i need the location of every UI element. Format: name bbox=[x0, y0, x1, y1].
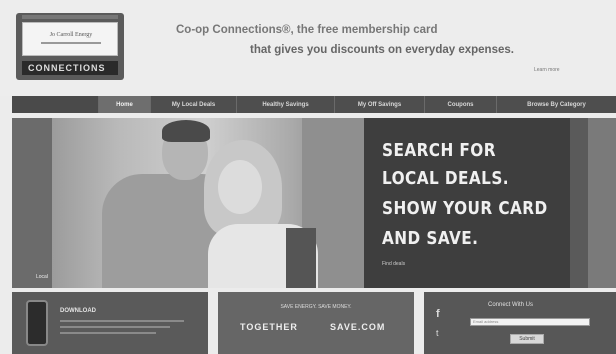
hero-find-deals-link[interactable]: Find deals bbox=[382, 261, 405, 267]
submit-button[interactable]: Submit bbox=[510, 334, 544, 344]
card-top-band bbox=[22, 15, 118, 19]
woman-face bbox=[218, 160, 262, 214]
tagline-line2: that gives you discounts on everyday exp… bbox=[250, 44, 514, 56]
hero-headline-3: SHOW YOUR CARD bbox=[382, 198, 548, 219]
nav-item-my-off-savings[interactable]: My Off Savings bbox=[334, 96, 424, 113]
nav-spacer bbox=[12, 96, 98, 113]
main-nav: Home My Local Deals Healthy Savings My O… bbox=[12, 96, 616, 113]
shopping-bag bbox=[286, 228, 316, 288]
learn-more-link[interactable]: Learn more bbox=[534, 67, 560, 73]
card-logo-text: CONNECTIONS bbox=[28, 63, 106, 73]
nav-item-coupons[interactable]: Coupons bbox=[424, 96, 496, 113]
nav-item-home[interactable]: Home bbox=[98, 96, 150, 113]
app-text-line bbox=[60, 332, 156, 334]
man-hair bbox=[162, 120, 210, 142]
facebook-icon[interactable]: f bbox=[436, 308, 440, 320]
photo-caption: Local bbox=[36, 274, 48, 280]
nav-item-healthy-savings[interactable]: Healthy Savings bbox=[236, 96, 334, 113]
membership-card-logo[interactable]: Jo Carroll Energy CONNECTIONS bbox=[16, 13, 124, 80]
card-name: Jo Carroll Energy bbox=[49, 32, 93, 38]
tagline-line1: Co-op Connections®, the free membership … bbox=[176, 24, 438, 36]
hero-right-strip-light bbox=[588, 118, 616, 288]
hero-headline-4: AND SAVE. bbox=[382, 228, 479, 249]
nav-item-browse-by-category[interactable]: Browse By Category bbox=[496, 96, 616, 113]
promo-word-together: TOGETHER bbox=[240, 322, 298, 332]
email-input[interactable]: Email address bbox=[470, 318, 590, 326]
hero-headline-1: SEARCH FOR bbox=[382, 140, 496, 161]
site-header: Jo Carroll Energy CONNECTIONS Co-op Conn… bbox=[0, 0, 616, 96]
app-text-line bbox=[60, 320, 184, 322]
download-title: DOWNLOAD bbox=[60, 308, 96, 314]
promo-word-save: SAVE.COM bbox=[330, 322, 386, 332]
hero-banner[interactable]: Local SEARCH FOR LOCAL DEALS. SHOW YOUR … bbox=[12, 118, 616, 288]
phone-icon bbox=[26, 300, 48, 346]
card-face: Jo Carroll Energy bbox=[22, 22, 118, 56]
download-app-panel[interactable]: DOWNLOAD bbox=[12, 292, 208, 354]
connect-title: Connect With Us bbox=[488, 302, 534, 308]
promo-small-text: SAVE ENERGY. SAVE MONEY. bbox=[280, 304, 352, 310]
photo-bg-left bbox=[12, 118, 52, 288]
card-subline bbox=[41, 42, 101, 44]
hero-photo-couple: Local bbox=[12, 118, 364, 288]
app-text-line bbox=[60, 326, 170, 328]
hero-headline-2: LOCAL DEALS. bbox=[382, 168, 510, 189]
nav-item-my-local-deals[interactable]: My Local Deals bbox=[150, 96, 236, 113]
card-strip: CONNECTIONS bbox=[22, 61, 118, 75]
connect-panel: f t Connect With Us Email address Submit bbox=[424, 292, 616, 354]
promo-panel[interactable]: SAVE ENERGY. SAVE MONEY. TOGETHER SAVE.C… bbox=[218, 292, 414, 354]
twitter-icon[interactable]: t bbox=[436, 328, 439, 338]
